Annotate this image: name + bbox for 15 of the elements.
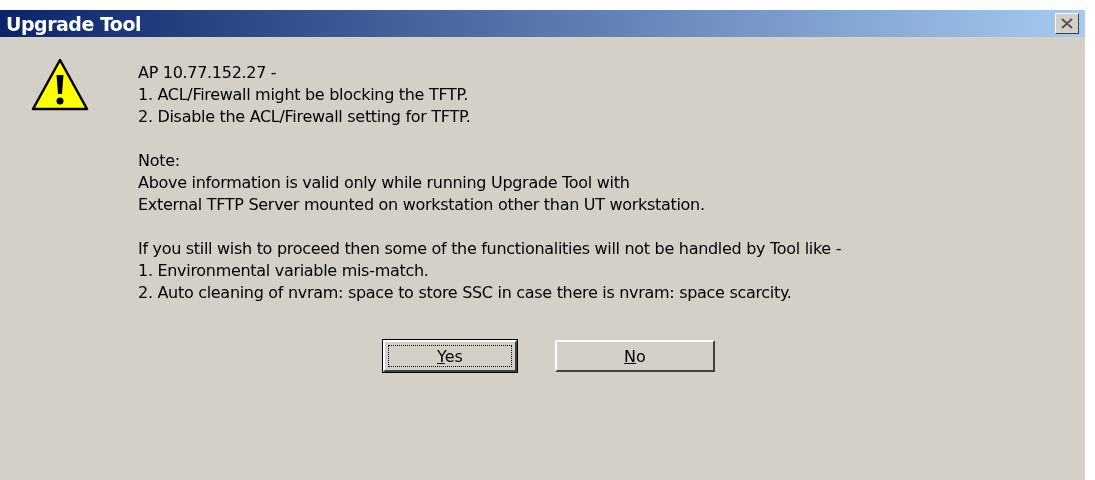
message-line: AP 10.77.152.27 - <box>138 62 278 84</box>
message-line: Note: <box>138 150 181 172</box>
window-title: Upgrade Tool <box>6 12 141 35</box>
close-icon <box>1061 18 1073 29</box>
message-line: External TFTP Server mounted on workstation other than UT workstation. <box>138 194 706 216</box>
warning-icon <box>30 57 90 113</box>
message-line: 1. ACL/Firewall might be blocking the TFTP. <box>138 84 470 106</box>
message-line: 2. Auto cleaning of nvram: space to store SSC in case there is nvram: space scarcity. <box>138 282 793 304</box>
message-line: 1. Environmental variable mis-match. <box>138 260 430 282</box>
message-line: 2. Disable the ACL/Firewall setting for TFTP. <box>138 106 472 128</box>
dialog-button[interactable]: No <box>555 340 715 372</box>
message-line: If you still wish to proceed then some of the functionalities will not be handled by Tool like - <box>138 238 842 260</box>
close-button[interactable] <box>1055 13 1079 34</box>
message-line: Above information is valid only while running Upgrade Tool with <box>138 172 631 194</box>
dialog-button[interactable]: Yes <box>383 340 517 372</box>
